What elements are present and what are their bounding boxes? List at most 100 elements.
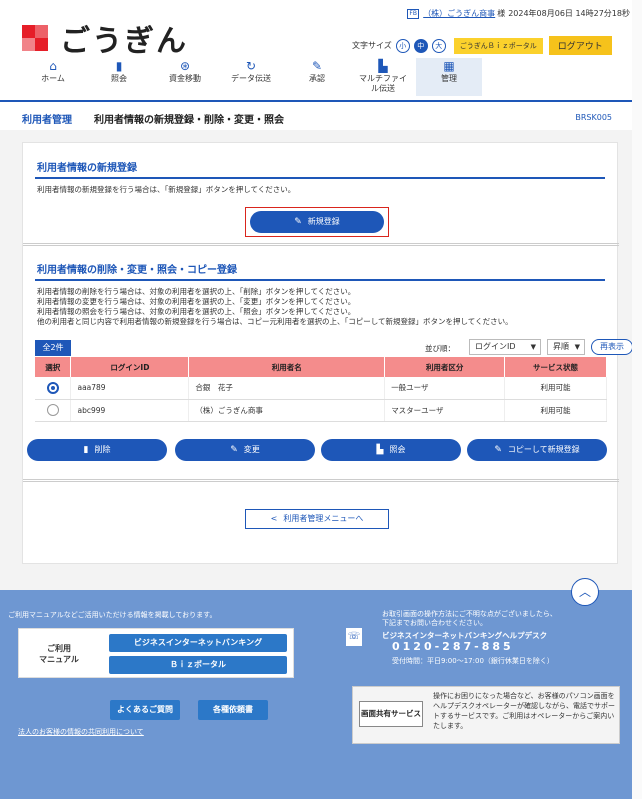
dropdown-arrow-icon: ▼ [530,343,536,351]
font-size-medium[interactable]: 中 [413,38,428,53]
pencil-icon: ✎ [294,217,302,227]
scrollbar[interactable] [632,0,642,799]
bank-logo[interactable]: ごうぎん [22,16,188,60]
row-radio[interactable] [46,381,59,394]
page-category: 利用者管理 [22,115,72,126]
refresh-icon: ↻ [245,59,257,73]
col-select: 選択 [35,357,72,377]
nav-management[interactable]: ▦ 管理 [416,58,482,96]
approval-icon: ✎ [311,59,323,73]
section-desc-view: 利用者情報の照会を行う場合は、対象の利用者を選択の上、「照会」ボタンを押してくだ… [37,307,356,316]
section-title-new: 利用者情報の新規登録 [37,163,137,174]
refresh-button[interactable]: 再表示 [591,339,633,355]
col-service-status: サービス状態 [504,357,607,377]
document-icon: ▮ [115,59,123,73]
screen-code: BRSK005 [575,113,612,122]
edit-button[interactable]: ✎ 変更 [175,439,315,461]
main-panel: 利用者情報の新規登録 利用者情報の新規登録を行う場合は、「新規登録」ボタンを押し… [22,142,633,564]
font-size-large[interactable]: 大 [431,38,446,53]
nav-inquiry[interactable]: ▮ 照会 [86,58,152,96]
screen-share-button[interactable]: 画面共有サービス [359,701,423,727]
sort-order-select[interactable]: 昇順 ▼ [547,339,585,355]
nav-fund-transfer[interactable]: ⊛ 資金移動 [152,58,218,96]
user-suffix: 様 [497,9,506,18]
user-info: FB （株）ごうぎん商事 様 2024年08月06日 14時27分18秒 [407,8,630,19]
pencil-icon: ✎ [230,445,238,455]
font-size-label: 文字サイズ [352,41,392,50]
col-login-id: ログインID [70,357,190,377]
row-radio[interactable] [46,404,59,416]
ib-manual-button[interactable]: ビジネスインターネットバンキング [109,634,287,652]
screen-share-desc: 操作にお困りになった場合など、お客様のパソコン画面をヘルプデスクオペレーターが確… [433,692,615,730]
screen-share-box: 画面共有サービス 操作にお困りになった場合など、お客様のパソコン画面をヘルプデス… [352,686,620,744]
cell-login-id: abc999 [70,399,190,422]
font-size-controls: 文字サイズ 小 中 大 ごうぎんＢｉｚポータル ログアウト [352,36,612,55]
new-register-highlight: ✎ 新規登録 [245,207,389,237]
delete-button[interactable]: ▮ 削除 [27,439,167,461]
section-desc-new: 利用者情報の新規登録を行う場合は、「新規登録」ボタンを押してください。 [37,185,296,194]
nav-multifile[interactable]: ▙ マルチファイル伝送 [350,58,416,96]
col-user-name: 利用者名 [188,357,386,377]
section-divider [23,479,619,482]
scroll-to-top-button[interactable]: ︿ [571,578,599,606]
pencil-icon: ✎ [494,445,502,455]
view-button[interactable]: ▙ 照会 [321,439,461,461]
page-title-bar: 利用者管理 利用者情報の新規登録・削除・変更・照会 BRSK005 [0,100,642,130]
back-to-menu-button[interactable]: < 利用者管理メニューへ [245,509,389,529]
new-register-button[interactable]: ✎ 新規登録 [250,211,384,233]
header: ごうぎん FB （株）ごうぎん商事 様 2024年08月06日 14時27分18… [0,0,642,100]
section-desc-copy: 他の利用者と同じ内容で利用者情報の新規登録を行う場合は、コピー元利用者を選択の上… [37,317,513,326]
trash-icon: ▮ [83,445,89,455]
record-count-badge: 全2件 [35,340,71,356]
chevron-left-icon: < [270,514,278,523]
help-intro: お取引画面の操作方法にご不明な点がございましたら、 下記までお問い合わせください… [382,610,557,627]
page-title: 利用者情報の新規登録・削除・変更・照会 [94,115,284,126]
home-icon: ⌂ [49,59,57,73]
nav-data-transmission[interactable]: ↻ データ伝送 [218,58,284,96]
global-nav: ⌂ ホーム ▮ 照会 ⊛ 資金移動 ↻ データ伝送 ✎ 承認 ▙ マルチファイル… [20,58,482,96]
cell-user-type: マスターユーザ [384,399,506,422]
table-row[interactable]: abc999 （株）ごうぎん商事 マスターユーザ 利用可能 [35,399,607,422]
document-search-icon: ▙ [376,445,384,455]
user-card-icon: FB [407,8,420,19]
cell-service-status: 利用可能 [504,399,607,422]
request-forms-button[interactable]: 各種依頼書 [198,700,268,720]
faq-button[interactable]: よくあるご質問 [110,700,180,720]
logo-text: ごうぎん [60,24,188,59]
phone-icon: ☏ [346,628,362,646]
table-header-row: 選択 ログインID 利用者名 利用者区分 サービス状態 [35,357,607,377]
nav-home[interactable]: ⌂ ホーム [20,58,86,96]
logout-button[interactable]: ログアウト [548,36,612,55]
section-divider [23,243,619,246]
section-rule [35,177,605,179]
logo-mark-icon [22,25,48,51]
helpdesk-hours: 受付時間：平日9:00～17:00（銀行休業日を除く） [392,657,554,665]
user-name-link[interactable]: （株）ごうぎん商事 [423,8,495,19]
section-title-manage: 利用者情報の削除・変更・照会・コピー登録 [37,265,237,276]
footer: ご利用マニュアルなどご活用いただける情報を掲載しております。 ご利用 マニュアル… [0,590,642,799]
col-user-type: 利用者区分 [384,357,506,377]
dropdown-arrow-icon: ▼ [574,343,580,351]
copy-register-button[interactable]: ✎ コピーして新規登録 [467,439,607,461]
user-table: 選択 ログインID 利用者名 利用者区分 サービス状態 aaa789 合銀 花子… [35,357,607,422]
helpdesk-phone: 0120-287-885 [392,640,514,653]
font-size-small[interactable]: 小 [395,38,410,53]
biz-portal-manual-button[interactable]: Ｂｉｚポータル [109,656,287,674]
cell-user-name: （株）ごうぎん商事 [188,399,386,422]
nav-approval[interactable]: ✎ 承認 [284,58,350,96]
biz-portal-link[interactable]: ごうぎんＢｉｚポータル [453,37,543,54]
datetime: 2024年08月06日 14時27分18秒 [508,9,630,18]
manual-label: ご利用 マニュアル [39,644,79,664]
cell-user-type: 一般ユーザ [384,377,506,400]
section-rule [35,279,605,281]
cell-user-name: 合銀 花子 [188,377,386,400]
transfer-icon: ⊛ [179,59,191,73]
manual-box: ご利用 マニュアル ビジネスインターネットバンキング Ｂｉｚポータル [18,628,294,678]
section-desc-edit: 利用者情報の変更を行う場合は、対象の利用者を選択の上、「変更」ボタンを押してくだ… [37,297,356,306]
info-sharing-link[interactable]: 法人のお客様の情報の共同利用について [18,727,144,737]
chevron-up-icon: ︿ [578,585,591,599]
cell-service-status: 利用可能 [504,377,607,400]
sort-key-select[interactable]: ログインID ▼ [469,339,541,355]
table-row[interactable]: aaa789 合銀 花子 一般ユーザ 利用可能 [35,377,607,400]
cell-login-id: aaa789 [70,377,190,400]
